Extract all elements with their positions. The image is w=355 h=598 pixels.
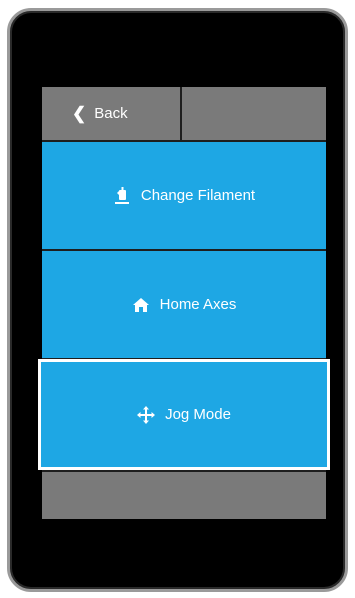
top-bar-empty-slot — [182, 87, 326, 140]
filament-icon — [113, 186, 131, 205]
bottom-bar — [42, 472, 326, 519]
chevron-left-icon: ❮ — [72, 104, 87, 123]
home-icon — [132, 296, 150, 314]
home-axes-button[interactable]: Home Axes — [42, 251, 326, 358]
change-filament-label: Change Filament — [140, 187, 256, 204]
back-button[interactable]: ❮ Back — [42, 87, 182, 140]
move-arrows-icon — [137, 405, 156, 424]
touch-screen: ❮ Back Change Filament Home Axes Jog Mod… — [38, 87, 330, 519]
jog-mode-button[interactable]: Jog Mode — [38, 359, 330, 470]
change-filament-button[interactable]: Change Filament — [42, 142, 326, 249]
home-axes-label: Home Axes — [159, 296, 237, 313]
top-bar: ❮ Back — [42, 87, 326, 140]
back-label: Back — [94, 105, 128, 122]
jog-mode-label: Jog Mode — [165, 406, 231, 423]
